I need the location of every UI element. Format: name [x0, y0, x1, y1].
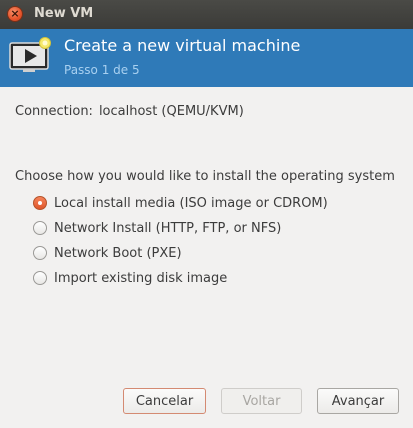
back-button: Voltar: [221, 388, 302, 414]
connection-label: Connection:: [15, 104, 93, 119]
vm-monitor-icon: [9, 37, 51, 72]
radio-label: Local install media (ISO image or CDROM): [54, 195, 328, 211]
radio-button[interactable]: [33, 221, 47, 235]
radio-import-disk-image[interactable]: Import existing disk image: [33, 269, 227, 287]
new-vm-window: × New VM Create a new virtual machine Pa…: [0, 0, 413, 428]
close-icon: ×: [10, 7, 20, 20]
connection-row: Connection: localhost (QEMU/KVM): [15, 104, 244, 119]
radio-network-install[interactable]: Network Install (HTTP, FTP, or NFS): [33, 219, 281, 237]
radio-local-install-media[interactable]: Local install media (ISO image or CDROM): [33, 194, 328, 212]
close-button[interactable]: ×: [8, 7, 22, 21]
radio-button-checked[interactable]: [33, 196, 47, 210]
radio-button[interactable]: [33, 271, 47, 285]
titlebar: × New VM: [0, 0, 413, 30]
radio-network-boot[interactable]: Network Boot (PXE): [33, 244, 182, 262]
radio-label: Network Boot (PXE): [54, 245, 182, 261]
page-title: Create a new virtual machine: [64, 36, 301, 55]
radio-label: Import existing disk image: [54, 270, 228, 286]
window-title: New VM: [34, 6, 94, 21]
step-indicator: Passo 1 de 5: [64, 63, 140, 77]
cancel-button[interactable]: Cancelar: [123, 388, 206, 414]
wizard-header: Create a new virtual machine Passo 1 de …: [0, 29, 413, 87]
connection-value: localhost (QEMU/KVM): [98, 104, 244, 119]
radio-button[interactable]: [33, 246, 47, 260]
radio-label: Network Install (HTTP, FTP, or NFS): [54, 220, 282, 236]
install-method-prompt: Choose how you would like to install the…: [15, 169, 395, 184]
next-button[interactable]: Avançar: [317, 388, 399, 414]
